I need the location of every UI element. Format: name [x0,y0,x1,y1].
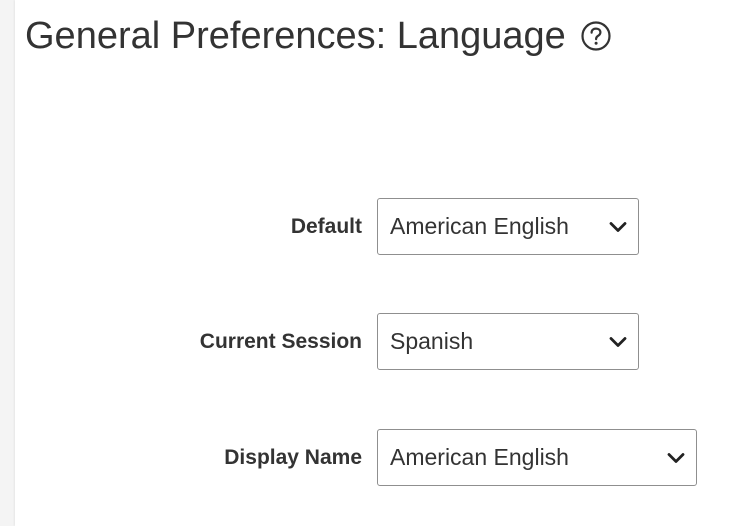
title-row: General Preferences: Language [25,14,612,58]
question-circle-icon [581,21,611,51]
current-session-language-value: Spanish [390,328,474,354]
chevron-down-icon [666,451,686,465]
display-name-language-select[interactable]: American English [377,429,697,486]
current-session-language-select[interactable]: Spanish [377,313,639,370]
page-title: General Preferences: Language [25,15,566,57]
current-session-label: Current Session [199,330,362,353]
default-label: Default [290,215,362,238]
default-language-select[interactable]: American English [377,198,639,255]
display-name-language-value: American English [390,444,569,470]
chevron-down-icon [608,335,628,349]
chevron-down-icon [608,220,628,234]
preferences-panel: General Preferences: Language Default Am… [15,0,738,526]
help-icon[interactable] [580,20,612,52]
default-language-value: American English [390,213,569,239]
display-name-label: Display Name [224,446,362,469]
